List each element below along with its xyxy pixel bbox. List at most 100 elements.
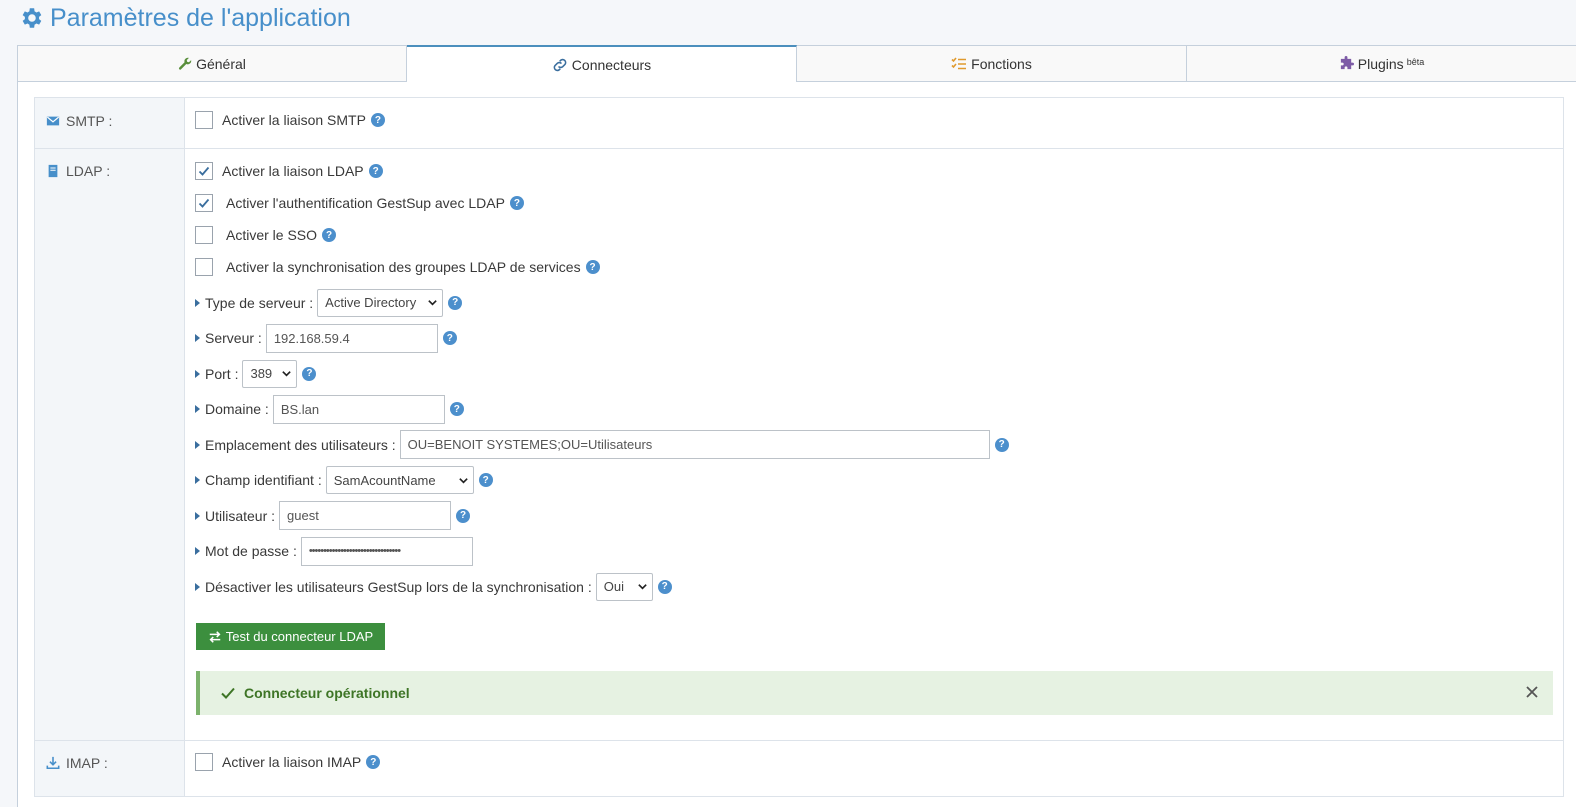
ldap-enable-checkbox[interactable]: [195, 162, 213, 180]
exchange-icon: [209, 630, 221, 643]
tab-general-label: Général: [196, 55, 246, 72]
smtp-label: SMTP :: [66, 113, 113, 129]
ldap-content: Activer la liaison LDAP ? Activer l'auth…: [185, 149, 1563, 740]
help-icon[interactable]: ?: [442, 331, 457, 346]
caret-right-icon: [195, 369, 200, 378]
help-icon[interactable]: ?: [478, 473, 493, 488]
smtp-label-cell: SMTP :: [35, 98, 185, 148]
port-value: 389: [250, 366, 273, 382]
ldap-row: LDAP : Activer la liaison LDAP ? Activer…: [35, 149, 1563, 741]
help-icon[interactable]: ?: [585, 260, 600, 274]
help-icon[interactable]: ?: [509, 196, 524, 210]
checkmark-icon: [198, 198, 210, 208]
port-line: Port : 389 ?: [195, 356, 1563, 392]
id-field-value: SamAcountName: [333, 472, 436, 488]
puzzle-icon: [1339, 56, 1354, 71]
smtp-content: Activer la liaison SMTP ?: [185, 98, 1563, 148]
imap-label-cell: IMAP :: [35, 741, 185, 796]
users-location-label: Emplacement des utilisateurs :: [205, 436, 396, 453]
help-icon[interactable]: ?: [449, 402, 464, 417]
server-type-label: Type de serveur :: [205, 294, 314, 311]
page-title: Paramètres de l'application: [18, 0, 351, 36]
server-label: Serveur :: [205, 330, 262, 347]
tab-bar: Général Connecteurs Fonctions Plugins bê…: [17, 45, 1576, 83]
ldap-auth-label: Activer l'authentification GestSup avec …: [226, 195, 505, 211]
ldap-auth-checkbox[interactable]: [195, 194, 213, 212]
help-icon[interactable]: ?: [448, 295, 463, 310]
ldap-label-cell: LDAP :: [35, 149, 185, 740]
help-icon[interactable]: ?: [370, 113, 385, 127]
chevron-down-icon: [282, 371, 292, 377]
imap-row: IMAP : Activer la liaison IMAP ?: [35, 741, 1563, 796]
caret-right-icon: [195, 298, 200, 307]
user-label: Utilisateur :: [205, 507, 276, 524]
imap-enable-checkbox[interactable]: [195, 753, 213, 771]
help-icon[interactable]: ?: [366, 755, 381, 769]
user-line: Utilisateur : ?: [195, 498, 1563, 534]
password-line: Mot de passe :: [195, 534, 1563, 570]
test-ldap-connector-button[interactable]: Test du connecteur LDAP: [196, 623, 385, 650]
chevron-down-icon: [458, 477, 468, 484]
test-ldap-connector-label: Test du connecteur LDAP: [225, 629, 374, 644]
server-type-line: Type de serveur : Active Directory ?: [195, 285, 1563, 321]
ldap-enable-line: Activer la liaison LDAP ?: [195, 155, 1563, 187]
domain-input[interactable]: [272, 394, 445, 424]
id-field-select[interactable]: SamAcountName: [325, 466, 474, 495]
tab-plugins[interactable]: Plugins bêta: [1187, 45, 1576, 82]
check-icon: [221, 687, 235, 699]
smtp-enable-line: Activer la liaison SMTP ?: [195, 104, 1563, 136]
help-icon[interactable]: ?: [456, 508, 471, 523]
help-icon[interactable]: ?: [657, 579, 672, 594]
users-location-input[interactable]: [399, 430, 990, 460]
page-title-text: Paramètres de l'application: [50, 3, 351, 32]
imap-content: Activer la liaison IMAP ?: [185, 741, 1563, 796]
wrench-icon: [178, 57, 192, 71]
port-label: Port :: [205, 365, 239, 382]
success-alert-text: Connecteur opérationnel: [244, 685, 410, 701]
tab-functions-label: Fonctions: [971, 55, 1032, 72]
server-type-value: Active Directory: [325, 295, 417, 311]
disable-users-value: Oui: [603, 579, 624, 595]
tab-connectors[interactable]: Connecteurs: [407, 45, 797, 83]
smtp-row: SMTP : Activer la liaison SMTP ?: [35, 98, 1563, 149]
tab-connectors-label: Connecteurs: [571, 56, 652, 73]
chevron-down-icon: [637, 584, 647, 590]
tab-functions[interactable]: Fonctions: [797, 45, 1187, 82]
link-icon: [552, 57, 568, 73]
help-icon[interactable]: ?: [302, 366, 317, 381]
list-check-icon: [951, 56, 967, 71]
tab-general[interactable]: Général: [17, 45, 407, 82]
server-input[interactable]: [265, 323, 438, 353]
imap-label: IMAP :: [66, 755, 108, 771]
connectors-panel: SMTP : Activer la liaison SMTP ? LDAP :: [17, 82, 1576, 807]
gear-icon: [22, 8, 42, 28]
caret-right-icon: [195, 440, 200, 449]
ldap-sso-checkbox[interactable]: [195, 226, 213, 244]
id-field-label: Champ identifiant :: [205, 472, 322, 489]
password-input[interactable]: [300, 536, 473, 566]
help-icon[interactable]: ?: [368, 164, 383, 178]
disable-users-label: Désactiver les utilisateurs GestSup lors…: [205, 578, 592, 595]
domain-label: Domaine :: [205, 401, 269, 418]
server-type-select[interactable]: Active Directory: [317, 288, 444, 317]
user-input[interactable]: [279, 501, 452, 531]
smtp-enable-checkbox[interactable]: [195, 111, 213, 129]
ldap-groups-sync-line: Activer la synchronisation des groupes L…: [195, 251, 1563, 283]
imap-enable-line: Activer la liaison IMAP ?: [195, 746, 1563, 778]
ldap-groups-sync-checkbox[interactable]: [195, 258, 213, 276]
server-line: Serveur : ?: [195, 321, 1563, 357]
ldap-groups-sync-label: Activer la synchronisation des groupes L…: [226, 259, 581, 275]
id-field-line: Champ identifiant : SamAcountName ?: [195, 463, 1563, 499]
caret-right-icon: [195, 334, 200, 343]
ldap-sso-label: Activer le SSO: [226, 227, 318, 243]
disable-users-select[interactable]: Oui: [595, 572, 653, 601]
caret-right-icon: [195, 582, 200, 591]
help-icon[interactable]: ?: [994, 437, 1009, 452]
ldap-sso-line: Activer le SSO ?: [195, 219, 1563, 251]
envelope-icon: [46, 116, 60, 126]
port-select[interactable]: 389: [242, 359, 298, 388]
tab-plugins-beta: bêta: [1406, 56, 1425, 67]
help-icon[interactable]: ?: [322, 228, 337, 242]
connectors-table: SMTP : Activer la liaison SMTP ? LDAP :: [34, 97, 1564, 797]
close-icon[interactable]: [1525, 685, 1539, 699]
